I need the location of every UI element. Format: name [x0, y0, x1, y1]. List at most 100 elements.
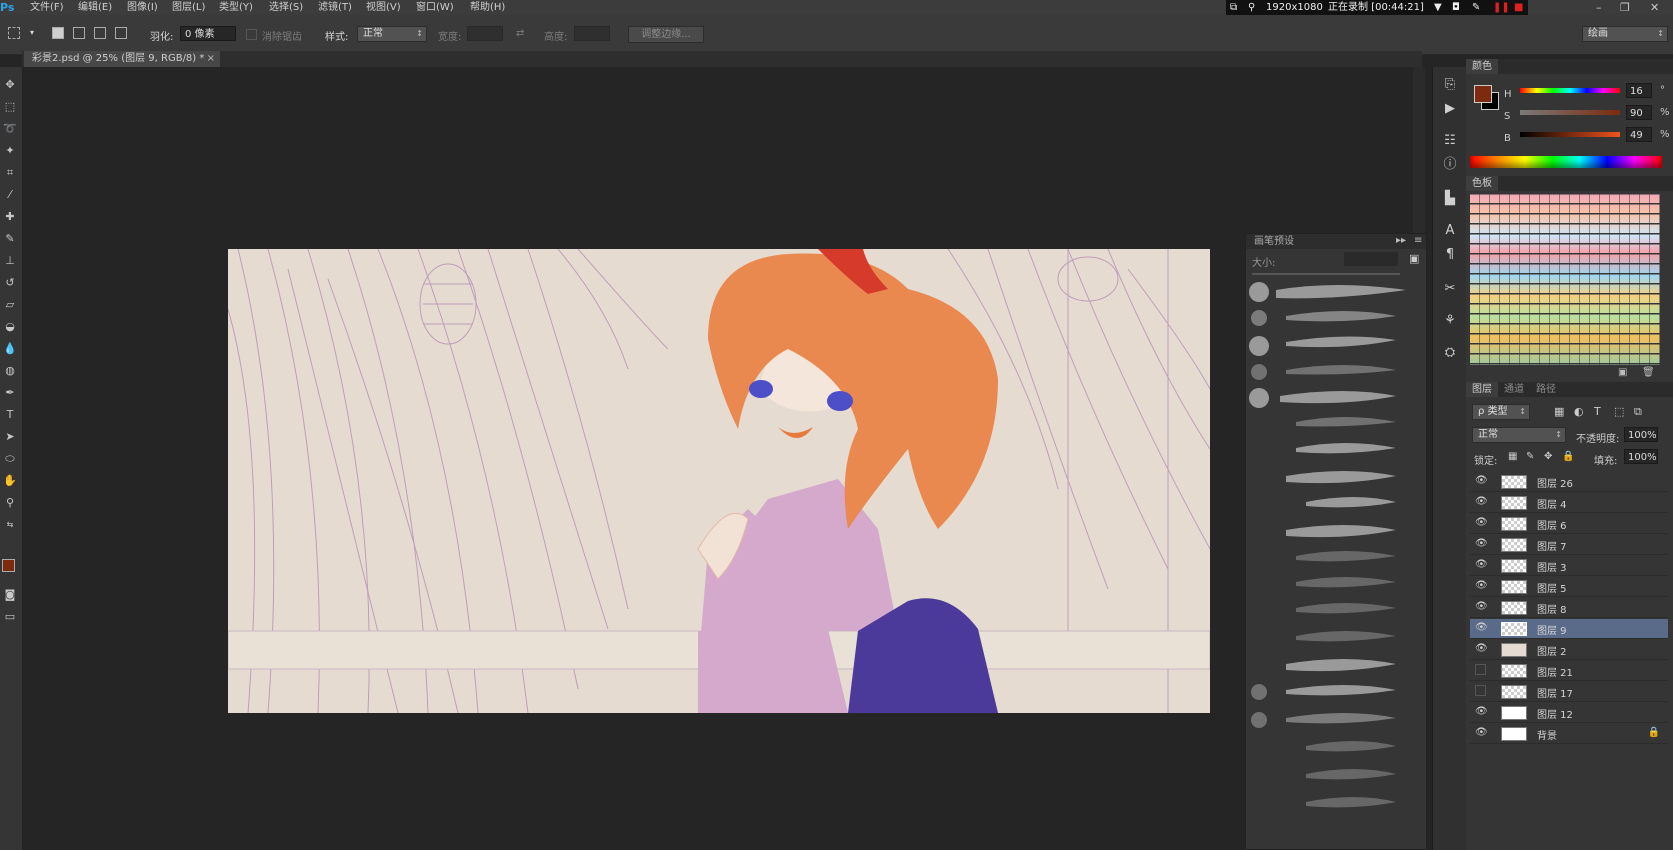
layer-row[interactable]: 👁 图层 12	[1470, 703, 1668, 723]
blend-mode-select[interactable]: 正常	[1472, 427, 1566, 443]
paint-bucket-icon[interactable]: ◒	[2, 319, 18, 335]
layer-row[interactable]: 👁 图层 3	[1470, 556, 1668, 576]
ellipse-tool-icon[interactable]: ⬭	[2, 451, 18, 467]
filter-smart-object-icon[interactable]: ⧉	[1634, 405, 1642, 419]
swatch-grid[interactable]	[1470, 193, 1660, 365]
lock-transparency-icon[interactable]: ▦	[1508, 451, 1517, 462]
layer-row[interactable]: 图层 21	[1470, 661, 1668, 681]
foreground-color-swatch[interactable]	[2, 559, 15, 572]
marquee-tool-preset-icon[interactable]	[8, 27, 20, 39]
width-input[interactable]	[467, 26, 503, 41]
brush-preset-list[interactable]	[1246, 280, 1426, 840]
eye-icon[interactable]: 👁	[1475, 622, 1488, 634]
history-icon[interactable]: ⎘	[1442, 77, 1458, 93]
color-spectrum-ramp[interactable]	[1470, 156, 1662, 168]
layer-row[interactable]: 👁 图层 26	[1470, 472, 1668, 492]
panel-collapse-icon[interactable]: ▸▸	[1396, 235, 1406, 246]
add-to-selection-icon[interactable]	[73, 27, 85, 39]
eye-icon[interactable]: 👁	[1475, 601, 1488, 613]
crop-tool-icon[interactable]: ⌗	[2, 165, 18, 181]
visibility-off-box[interactable]	[1475, 664, 1486, 675]
layer-row[interactable]: 👁 图层 4	[1470, 493, 1668, 513]
brush-tool-icon[interactable]: ✎	[2, 231, 18, 247]
brightness-value[interactable]: 49	[1626, 127, 1652, 142]
hand-tool-icon[interactable]: ✋	[2, 473, 18, 489]
brush-size-input[interactable]	[1344, 252, 1398, 266]
pen-tool-icon[interactable]: ✒	[2, 385, 18, 401]
antialias-checkbox[interactable]	[246, 29, 257, 40]
style-select[interactable]: 正常	[357, 26, 427, 42]
eye-icon[interactable]: 👁	[1475, 496, 1488, 508]
eye-icon[interactable]: 👁	[1475, 559, 1488, 571]
zoom-tool-icon[interactable]: ⚲	[2, 495, 18, 511]
eye-icon[interactable]: 👁	[1475, 706, 1488, 718]
lock-all-icon[interactable]: 🔒	[1562, 451, 1574, 462]
menu-type[interactable]: 类型(Y)	[219, 1, 253, 14]
blur-tool-icon[interactable]: 💧	[2, 341, 18, 357]
layer-row[interactable]: 👁 图层 8	[1470, 598, 1668, 618]
menu-filter[interactable]: 滤镜(T)	[318, 1, 352, 14]
menu-edit[interactable]: 编辑(E)	[78, 1, 112, 14]
chevron-down-icon[interactable]: ▼	[1434, 0, 1442, 16]
saturation-slider[interactable]	[1520, 110, 1620, 115]
subtract-selection-icon[interactable]	[94, 27, 106, 39]
filter-pixel-icon[interactable]: ▦	[1554, 405, 1564, 418]
marquee-tool-icon[interactable]: ⬚	[2, 99, 18, 115]
refine-edge-button[interactable]: 调整边缘...	[628, 26, 704, 43]
brush-new-preset-icon[interactable]: ▣	[1409, 252, 1419, 265]
clone-source-icon[interactable]: ⚘	[1442, 313, 1458, 329]
close-icon[interactable]: ✕	[1650, 1, 1659, 14]
close-icon[interactable]: ×	[207, 51, 215, 67]
menu-image[interactable]: 图像(I)	[127, 1, 158, 14]
adjustments-icon[interactable]: ⛭	[1442, 345, 1458, 361]
pause-icon[interactable]: ❚❚	[1493, 0, 1510, 16]
intersect-selection-icon[interactable]	[115, 27, 127, 39]
type-tool-icon[interactable]: T	[2, 407, 18, 423]
healing-brush-icon[interactable]: ✚	[2, 209, 18, 225]
quick-mask-icon[interactable]: ◙	[2, 587, 18, 603]
panel-menu-icon[interactable]: ≡	[1414, 235, 1422, 246]
clone-stamp-icon[interactable]: ⊥	[2, 253, 18, 269]
tab-color[interactable]: 颜色	[1466, 59, 1498, 74]
menu-layer[interactable]: 图层(L)	[172, 1, 205, 14]
paragraph-icon[interactable]: ¶	[1442, 247, 1458, 263]
feather-input[interactable]: 0 像素	[180, 26, 236, 41]
fill-input[interactable]: 100%	[1624, 449, 1658, 464]
document-canvas[interactable]	[228, 249, 1210, 713]
workspace-select[interactable]: 绘画	[1582, 26, 1668, 42]
filter-adjustment-icon[interactable]: ◐	[1574, 405, 1584, 418]
document-tab[interactable]: 彩景2.psd @ 25% (图层 9, RGB/8) * ×	[24, 51, 220, 67]
lock-pixels-icon[interactable]: ✎	[1526, 451, 1534, 462]
window-icon[interactable]: ⧉	[1230, 0, 1237, 16]
eye-icon[interactable]: 👁	[1475, 538, 1488, 550]
tab-paths[interactable]: 路径	[1530, 382, 1562, 397]
height-input[interactable]	[574, 26, 610, 41]
move-tool-icon[interactable]: ✥	[2, 77, 18, 93]
dodge-tool-icon[interactable]: ◍	[2, 363, 18, 379]
info-icon[interactable]: ⓘ	[1442, 157, 1458, 173]
eye-icon[interactable]: 👁	[1475, 580, 1488, 592]
eye-icon[interactable]: 👁	[1475, 727, 1488, 739]
stop-icon[interactable]: ■	[1514, 0, 1523, 16]
swap-icon[interactable]: ⇄	[516, 28, 524, 39]
new-selection-icon[interactable]	[52, 27, 64, 39]
filter-type-icon[interactable]: T	[1594, 405, 1601, 418]
color-foreground-swatch[interactable]	[1474, 85, 1492, 103]
swap-colors-icon[interactable]: ⇆	[2, 517, 18, 533]
screen-mode-icon[interactable]: ▭	[2, 609, 18, 625]
layer-filter-select[interactable]: ρ 类型	[1472, 404, 1530, 420]
zoom-icon[interactable]: ⚲	[1248, 0, 1255, 16]
brush-size-slider[interactable]	[1252, 273, 1400, 275]
minimize-icon[interactable]: –	[1596, 1, 1602, 14]
eyedropper-icon[interactable]: ⁄	[2, 187, 18, 203]
layer-row[interactable]: 图层 17	[1470, 682, 1668, 702]
menu-view[interactable]: 视图(V)	[366, 1, 401, 14]
layer-row[interactable]: 👁 图层 6	[1470, 514, 1668, 534]
layer-row[interactable]: 👁 图层 5	[1470, 577, 1668, 597]
tab-swatches[interactable]: 色板	[1466, 176, 1498, 191]
magic-wand-icon[interactable]: ✦	[2, 143, 18, 159]
histogram-icon[interactable]: ▙	[1442, 191, 1458, 207]
eye-icon[interactable]: 👁	[1475, 517, 1488, 529]
eraser-tool-icon[interactable]: ▱	[2, 297, 18, 313]
chevron-down-icon[interactable]: ▾	[30, 28, 34, 37]
